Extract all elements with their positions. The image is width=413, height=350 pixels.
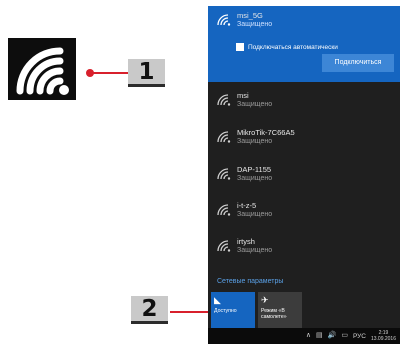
network-item[interactable]: msi Защищено — [208, 86, 400, 122]
chevron-up-icon[interactable]: ∧ — [306, 331, 311, 341]
clock[interactable]: 2:19 13.09.2016 — [371, 330, 396, 342]
network-tray-icon[interactable]: ▤ — [316, 331, 323, 341]
volume-icon[interactable]: 🔊 — [328, 331, 337, 341]
network-item-active[interactable]: msi_5G Защищено Подключаться автоматичес… — [208, 6, 400, 82]
wifi-icon — [217, 131, 231, 143]
taskbar: ∧ ▤ 🔊 ▭ РУС 2:19 13.09.2016 — [208, 328, 400, 344]
network-row: msi_5G Защищено — [208, 6, 400, 42]
network-status: Защищено — [237, 101, 273, 108]
notification-icon[interactable]: ▭ — [341, 331, 348, 341]
callout-line — [92, 72, 128, 74]
network-status: Защищено — [237, 138, 273, 145]
callout-label-1: 1 — [128, 59, 165, 87]
network-name: MikroTik-7C66A5 — [237, 128, 295, 137]
wifi-icon — [217, 204, 231, 216]
auto-connect-checkbox[interactable] — [236, 43, 244, 51]
network-settings-link[interactable]: Сетевые параметры — [217, 278, 283, 285]
network-flyout: msi_5G Защищено Подключаться автоматичес… — [208, 6, 400, 328]
network-status: Защищено — [237, 247, 273, 254]
network-status: Защищено — [237, 175, 273, 182]
clock-date: 13.09.2016 — [370, 336, 396, 342]
auto-connect-option[interactable]: Подключаться автоматически — [236, 42, 338, 52]
network-item[interactable]: irtysh Защищено — [208, 232, 400, 268]
tile-label: Режим «В самолете» — [261, 308, 287, 320]
wifi-icon — [217, 240, 231, 252]
wifi-icon: ◣ — [214, 295, 221, 305]
auto-connect-label: Подключаться автоматически — [248, 43, 338, 51]
wifi-icon — [8, 38, 76, 100]
wifi-icon — [217, 94, 231, 106]
network-name: irtysh — [237, 237, 255, 246]
tile-label: Доступно — [214, 308, 237, 314]
network-item[interactable]: DAP-1155 Защищено — [208, 160, 400, 196]
network-name: msi — [237, 91, 249, 100]
language-indicator[interactable]: РУС — [353, 333, 366, 340]
wifi-toggle-tile[interactable]: ◣ Доступно — [211, 292, 255, 328]
connect-button[interactable]: Подключиться — [322, 54, 394, 72]
network-item[interactable]: MikroTik-7C66A5 Защищено — [208, 123, 400, 159]
airplane-mode-tile[interactable]: ✈ Режим «В самолете» — [258, 292, 302, 328]
callout-label-2: 2 — [131, 296, 168, 324]
airplane-icon: ✈ — [261, 295, 269, 305]
network-status: Защищено — [237, 211, 273, 218]
wifi-icon — [217, 14, 231, 26]
wifi-icon — [217, 168, 231, 180]
network-name: DAP-1155 — [237, 165, 272, 174]
network-name: msi_5G — [237, 11, 263, 20]
network-item[interactable]: i-t-z-5 Защищено — [208, 196, 400, 232]
network-status: Защищено — [237, 21, 273, 28]
network-name: i-t-z-5 — [237, 201, 257, 210]
